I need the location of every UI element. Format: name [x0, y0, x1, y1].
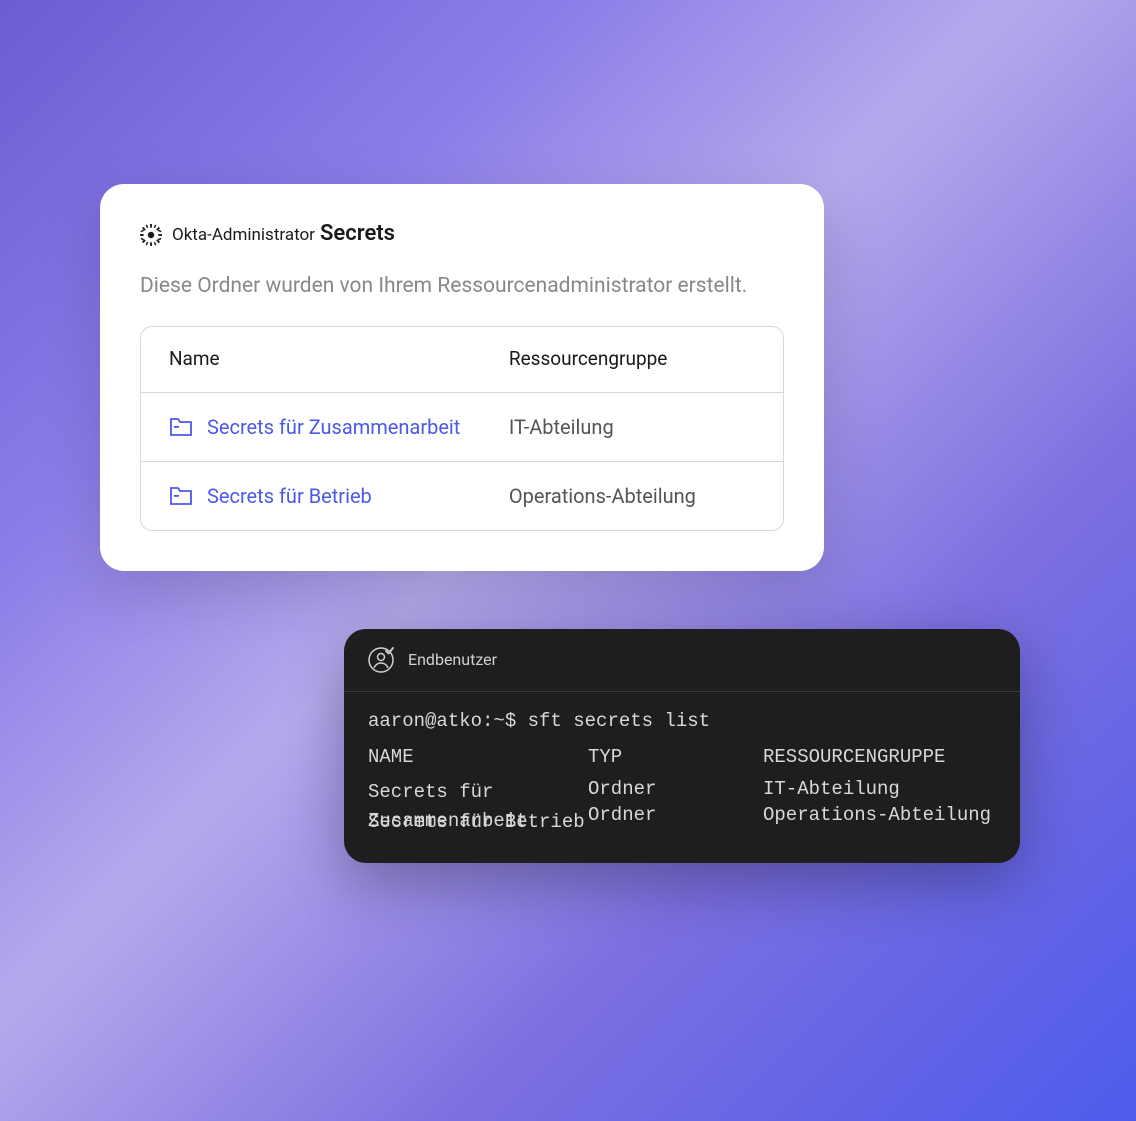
user-check-icon [368, 647, 394, 673]
output-header-group: RESSOURCENGRUPPE [763, 746, 996, 768]
terminal-header: Endbenutzer [344, 629, 1020, 692]
brand-label: Okta-Administrator [172, 225, 315, 245]
output-group: Operations-Abteilung [763, 804, 996, 826]
secrets-table: Name Ressourcengruppe Secrets für Zusamm… [140, 326, 784, 531]
output-name: Secrets für Betrieb [368, 808, 585, 837]
terminal-prompt: aaron@atko:~$ sft secrets list [368, 710, 996, 732]
admin-panel: Okta-Administrator Secrets Diese Ordner … [100, 184, 824, 571]
folder-icon [169, 486, 193, 506]
output-header-type: TYP [588, 746, 763, 768]
output-type: Ordner [588, 804, 763, 826]
output-header-name: NAME [368, 746, 588, 768]
resource-group-value: Operations-Abteilung [509, 484, 696, 508]
admin-title-wrap: Okta-Administrator Secrets [172, 225, 784, 245]
okta-logo-icon [140, 224, 162, 246]
admin-header: Okta-Administrator Secrets [140, 224, 784, 246]
folder-link[interactable]: Secrets für Betrieb [207, 484, 372, 508]
output-row: Secrets für Zusammenarbeit Secrets für B… [368, 778, 996, 835]
folder-icon [169, 417, 193, 437]
terminal-body[interactable]: aaron@atko:~$ sft secrets list NAME TYP … [344, 692, 1020, 863]
output-type: Ordner [588, 778, 763, 800]
output-header: NAME TYP RESSOURCENGRUPPE [368, 746, 996, 768]
column-header-name: Name [169, 347, 220, 372]
page-title: Secrets [320, 221, 395, 246]
terminal-output: NAME TYP RESSOURCENGRUPPE Secrets für Zu… [368, 746, 996, 835]
page-description: Diese Ordner wurden von Ihrem Ressourcen… [140, 274, 784, 298]
table-header: Name Ressourcengruppe [141, 327, 783, 393]
table-row[interactable]: Secrets für Betrieb Operations-Abteilung [141, 462, 783, 530]
terminal-title: Endbenutzer [408, 650, 488, 669]
table-row[interactable]: Secrets für Zusammenarbeit IT-Abteilung [141, 393, 783, 462]
folder-link[interactable]: Secrets für Zusammenarbeit [207, 415, 460, 439]
column-header-group: Ressourcengruppe [509, 347, 659, 372]
resource-group-value: IT-Abteilung [509, 415, 614, 439]
terminal-panel: Endbenutzer aaron@atko:~$ sft secrets li… [344, 629, 1020, 863]
output-group: IT-Abteilung [763, 778, 996, 800]
